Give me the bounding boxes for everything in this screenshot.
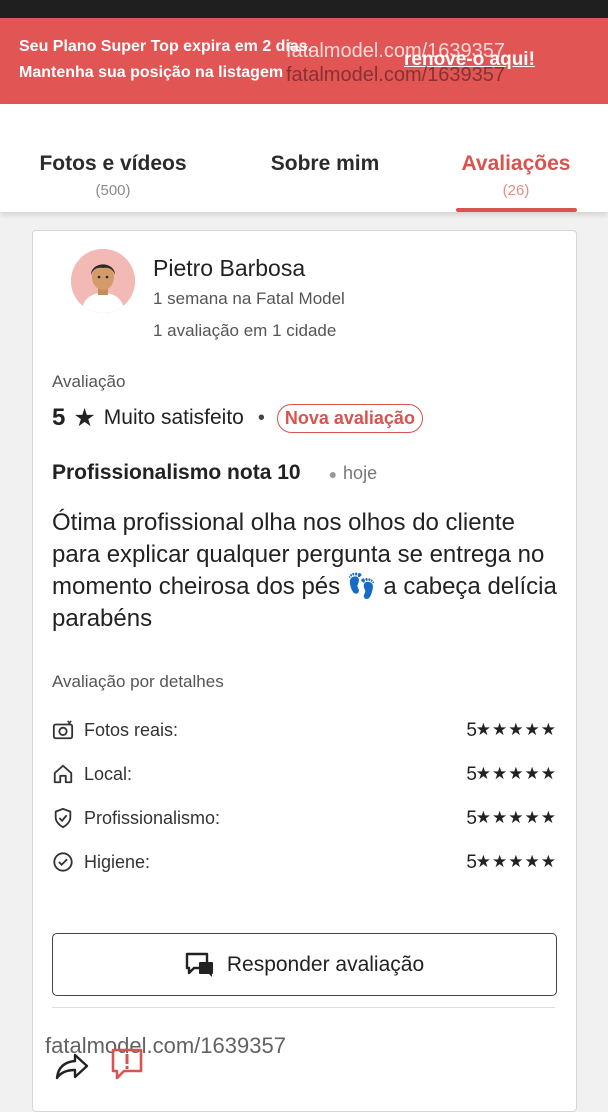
reply-chat-icon <box>185 952 213 977</box>
separator-dot: • <box>257 406 265 429</box>
reply-button-label: Responder avaliação <box>226 952 425 976</box>
detail-label: Local: <box>84 764 133 784</box>
detail-row-real-photos: Fotos reais: 5 ★★★★★ <box>52 718 557 744</box>
detail-label: Profissionalismo: <box>84 808 221 828</box>
avatar <box>71 249 135 313</box>
tab-reviews[interactable]: Avaliações (26) <box>446 152 586 199</box>
status-bar <box>0 0 608 18</box>
banner-line-1: Seu Plano Super Top expira em 2 dias. <box>19 38 313 55</box>
detail-row-hygiene: Higiene: 5 ★★★★★ <box>52 850 557 876</box>
star-rating-icons: ★★★★★ <box>475 764 557 783</box>
reply-review-button[interactable]: Responder avaliação <box>52 933 557 996</box>
reviewer-name[interactable]: Pietro Barbosa <box>153 255 305 282</box>
profile-tabs: Fotos e vídeos (500) Sobre mim Avaliaçõe… <box>0 104 608 212</box>
tab-label: Sobre mim <box>270 152 380 175</box>
active-tab-indicator <box>456 208 577 212</box>
camera-icon <box>52 720 74 740</box>
review-card: Pietro Barbosa 1 semana na Fatal Model 1… <box>32 230 577 1112</box>
share-icon[interactable] <box>55 1052 89 1080</box>
tab-about-me[interactable]: Sobre mim <box>240 152 410 176</box>
rating-value: 5 <box>52 404 66 431</box>
watermark: fatalmodel.com/1639357 <box>286 40 506 62</box>
star-rating-icons: ★★★★★ <box>475 852 557 871</box>
shield-check-icon <box>54 807 72 829</box>
tab-count: (500) <box>95 182 131 199</box>
home-icon <box>53 764 73 784</box>
report-alert-icon[interactable] <box>110 1047 144 1080</box>
star-rating-icons: ★★★★★ <box>475 720 557 739</box>
divider <box>52 1007 555 1008</box>
banner-line-2: Mantenha sua posição na listagem <box>19 64 284 81</box>
review-date-text: hoje <box>343 462 378 483</box>
detail-label: Higiene: <box>84 852 151 872</box>
tab-count: (26) <box>502 182 530 199</box>
overall-rating: 5 ★ Muito satisfeito • Nova avaliação <box>52 401 423 435</box>
details-label: Avaliação por detalhes <box>52 672 224 691</box>
tab-photos-videos[interactable]: Fotos e vídeos (500) <box>20 152 206 199</box>
plan-expiry-banner: Seu Plano Super Top expira em 2 dias. Ma… <box>0 18 608 104</box>
detail-label: Fotos reais: <box>84 720 179 740</box>
detail-row-location: Local: 5 ★★★★★ <box>52 762 557 788</box>
watermark: fatalmodel.com/1639357 <box>286 64 506 86</box>
star-rating-icons: ★★★★★ <box>475 808 557 827</box>
tab-label: Fotos e vídeos <box>39 152 187 175</box>
reviewer-since: 1 semana na Fatal Model <box>153 289 345 308</box>
check-circle-icon <box>53 852 73 872</box>
review-date: ● hoje <box>329 463 378 484</box>
reviewer-review-count: 1 avaliação em 1 cidade <box>153 321 337 340</box>
rating-text: Muito satisfeito <box>103 406 244 429</box>
review-text: Ótima profissional olha nos olhos do cli… <box>52 509 557 632</box>
star-icon: ★ <box>73 404 96 432</box>
new-review-badge: Nova avaliação <box>276 403 423 433</box>
tab-label: Avaliações <box>461 152 571 175</box>
rating-label: Avaliação <box>52 372 126 391</box>
detail-row-professionalism: Profissionalismo: 5 ★★★★★ <box>52 806 557 832</box>
review-title-row: Profissionalismo nota 10 ● hoje <box>52 461 377 485</box>
bullet-icon: ● <box>328 465 338 482</box>
review-title: Profissionalismo nota 10 <box>52 461 301 484</box>
